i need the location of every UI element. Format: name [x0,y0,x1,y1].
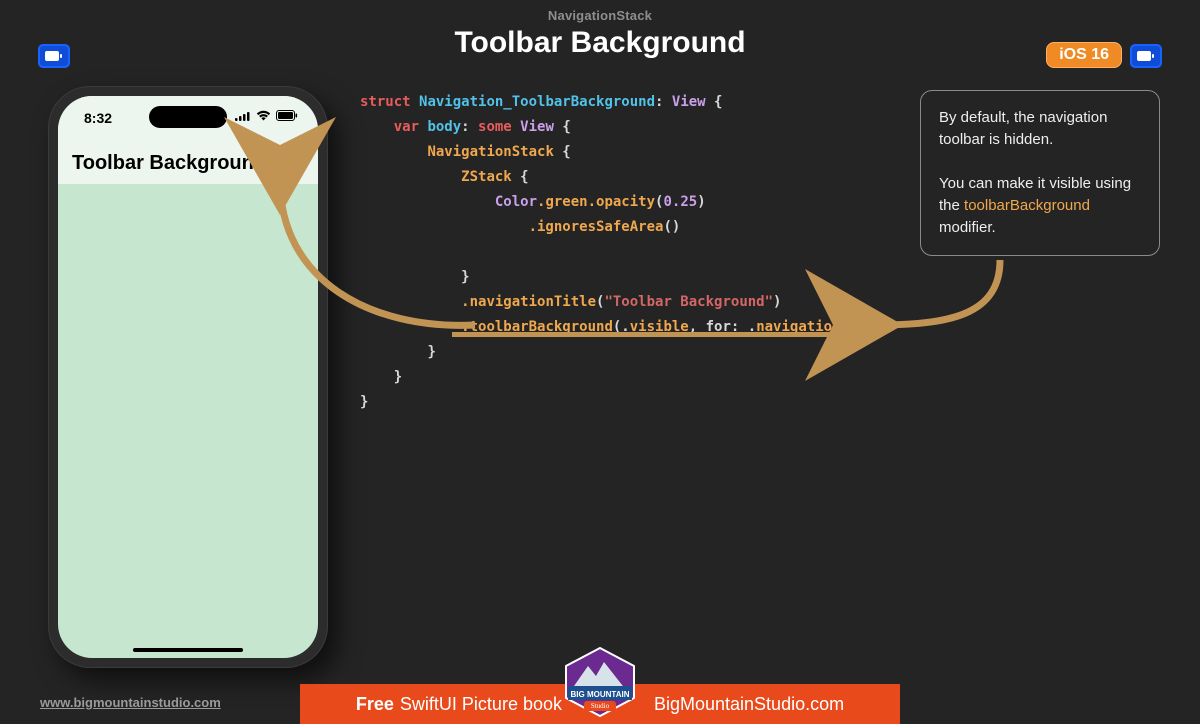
code-typename: Navigation_ToolbarBackground [419,94,655,110]
info-card: By default, the navigation toolbar is hi… [920,90,1160,256]
code-kw-var: var [394,119,428,135]
next-page-button[interactable] [1130,44,1162,68]
card-highlight: toolbarBackground [964,197,1090,214]
phone-time: 8:32 [84,110,112,126]
promo-site: BigMountainStudio.com [654,694,844,715]
wifi-icon [256,110,271,121]
ios-version-badge: iOS 16 [1046,42,1122,68]
code-navtitle-str: "Toolbar Background" [604,294,773,310]
footer-link[interactable]: www.bigmountainstudio.com [40,695,221,710]
prev-page-button[interactable] [38,44,70,68]
cellular-icon [235,111,251,121]
header-subtitle: NavigationStack [0,8,1200,23]
code-some: some [478,119,520,135]
arrow-to-phone-icon [260,150,600,350]
promo-banner[interactable]: Free SwiftUI Picture book BigMountainStu… [300,684,900,724]
card-paragraph-2: You can make it visible using the toolba… [939,173,1141,239]
battery-next-icon [1136,50,1156,62]
code-body: body [427,119,461,135]
arrow-to-code-icon [850,250,1030,350]
phone-status-icons [235,110,298,121]
page-title: Toolbar Background [0,26,1200,60]
code-kw-struct: struct [360,94,419,110]
battery-icon [276,110,298,121]
dynamic-island [149,106,227,128]
promo-bold: Free [356,694,394,715]
phone-nav-title: Toolbar Background [72,152,266,175]
promo-text: SwiftUI Picture book [400,694,562,715]
home-indicator [133,648,243,652]
battery-prev-icon [44,50,64,62]
code-view-proto: View [672,94,706,110]
card-paragraph-1: By default, the navigation toolbar is hi… [939,107,1141,151]
